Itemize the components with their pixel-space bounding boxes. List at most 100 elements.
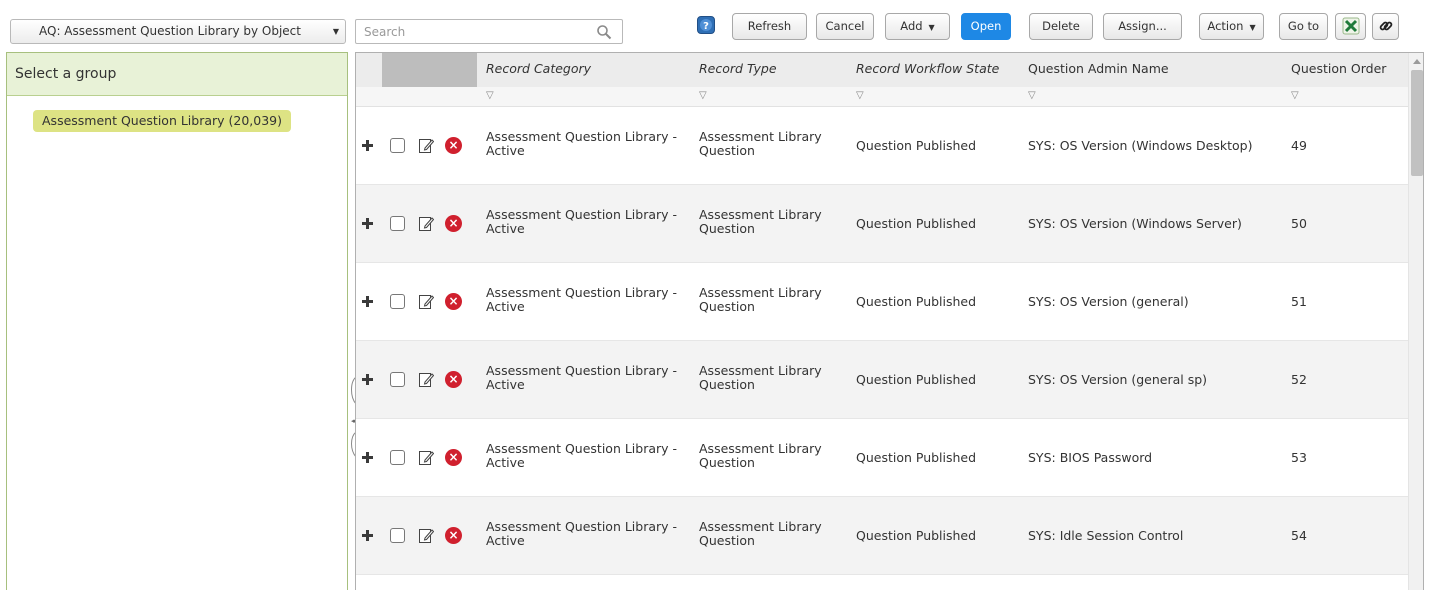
link-icon bbox=[1379, 21, 1392, 31]
delete-icon[interactable]: × bbox=[445, 293, 462, 310]
edit-icon[interactable] bbox=[418, 293, 434, 310]
table-row[interactable]: × Assessment Question Library - Active As… bbox=[356, 107, 1408, 185]
row-checkbox[interactable] bbox=[390, 294, 405, 309]
cell-record-category: Assessment Question Library - Active bbox=[486, 285, 678, 314]
filter-icon[interactable]: ▽ bbox=[699, 90, 707, 101]
cell-workflow-state: Question Published bbox=[856, 138, 977, 153]
help-icon[interactable]: ? bbox=[697, 16, 715, 34]
plus-icon[interactable] bbox=[362, 296, 373, 307]
filter-icon[interactable]: ▽ bbox=[856, 90, 864, 101]
delete-icon[interactable]: × bbox=[445, 137, 462, 154]
group-panel-header: Select a group bbox=[7, 53, 347, 96]
plus-icon[interactable] bbox=[362, 530, 373, 541]
table-row[interactable]: × Assessment Question Library - Active As… bbox=[356, 419, 1408, 497]
cell-record-type: Assessment Library Question bbox=[699, 363, 822, 392]
table-row[interactable]: × Assessment Question Library - Active As… bbox=[356, 185, 1408, 263]
grid-header: Record Category Record Type Record Workf… bbox=[356, 53, 1408, 87]
delete-icon[interactable]: × bbox=[445, 449, 462, 466]
cell-record-category: Assessment Question Library - Active bbox=[486, 129, 678, 158]
goto-button[interactable]: Go to bbox=[1279, 13, 1328, 40]
view-select-label: AQ: Assessment Question Library by Objec… bbox=[39, 24, 301, 38]
cell-question-admin-name: SYS: OS Version (general sp) bbox=[1028, 372, 1208, 387]
filter-row: ▽ ▽ ▽ ▽ ▽ bbox=[356, 87, 1408, 107]
cell-record-type: Assessment Library Question bbox=[699, 285, 822, 314]
excel-icon bbox=[1342, 17, 1359, 35]
search-icon[interactable] bbox=[596, 24, 612, 40]
chevron-down-icon: ▼ bbox=[928, 23, 935, 32]
table-row[interactable]: × Assessment Question Library - Active As… bbox=[356, 497, 1408, 575]
add-button[interactable]: Add ▼ bbox=[885, 13, 950, 40]
plus-icon[interactable] bbox=[362, 452, 373, 463]
refresh-button[interactable]: Refresh bbox=[732, 13, 807, 40]
column-header-question-admin-name[interactable]: Question Admin Name bbox=[1028, 53, 1169, 87]
column-header-record-category[interactable]: Record Category bbox=[486, 53, 591, 87]
row-checkbox[interactable] bbox=[390, 138, 405, 153]
cell-workflow-state: Question Published bbox=[856, 528, 977, 543]
open-button[interactable]: Open bbox=[961, 13, 1011, 40]
cell-question-order: 54 bbox=[1291, 528, 1307, 543]
cell-question-admin-name: SYS: OS Version (Windows Desktop) bbox=[1028, 138, 1253, 153]
action-column-header bbox=[382, 53, 477, 87]
cell-record-type: Assessment Library Question bbox=[699, 441, 822, 470]
filter-icon[interactable]: ▽ bbox=[1028, 90, 1036, 101]
cell-workflow-state: Question Published bbox=[856, 372, 977, 387]
row-checkbox[interactable] bbox=[390, 372, 405, 387]
search-input[interactable] bbox=[362, 20, 592, 43]
table-row[interactable]: × Assessment Question Library - Active As… bbox=[356, 263, 1408, 341]
chevron-down-icon: ▼ bbox=[1249, 23, 1256, 32]
cell-record-category: Assessment Question Library - Active bbox=[486, 363, 678, 392]
edit-icon[interactable] bbox=[418, 371, 434, 388]
link-button[interactable] bbox=[1372, 13, 1399, 40]
delete-icon[interactable]: × bbox=[445, 527, 462, 544]
cell-workflow-state: Question Published bbox=[856, 216, 977, 231]
delete-icon[interactable]: × bbox=[445, 215, 462, 232]
cell-question-admin-name: SYS: Idle Session Control bbox=[1028, 528, 1184, 543]
action-button-label: Action bbox=[1207, 19, 1244, 33]
scrollbar-thumb[interactable] bbox=[1411, 70, 1423, 176]
cell-question-admin-name: SYS: OS Version (Windows Server) bbox=[1028, 216, 1242, 231]
add-button-label: Add bbox=[900, 19, 923, 33]
plus-icon[interactable] bbox=[362, 374, 373, 385]
delete-button[interactable]: Delete bbox=[1029, 13, 1093, 40]
action-button[interactable]: Action ▼ bbox=[1199, 13, 1264, 40]
cancel-button[interactable]: Cancel bbox=[816, 13, 874, 40]
cell-workflow-state: Question Published bbox=[856, 450, 977, 465]
row-checkbox[interactable] bbox=[390, 450, 405, 465]
group-item[interactable]: Assessment Question Library (20,039) bbox=[33, 110, 292, 132]
vertical-scrollbar[interactable] bbox=[1408, 53, 1423, 590]
assign-button[interactable]: Assign... bbox=[1103, 13, 1182, 40]
grid-rows: × Assessment Question Library - Active As… bbox=[356, 107, 1408, 575]
edit-icon[interactable] bbox=[418, 527, 434, 544]
filter-icon[interactable]: ▽ bbox=[1291, 90, 1299, 101]
edit-icon[interactable] bbox=[418, 215, 434, 232]
plus-icon[interactable] bbox=[362, 218, 373, 229]
search-box[interactable] bbox=[355, 19, 623, 44]
cell-workflow-state: Question Published bbox=[856, 294, 977, 309]
filter-icon[interactable]: ▽ bbox=[486, 90, 494, 101]
cell-record-type: Assessment Library Question bbox=[699, 129, 822, 158]
excel-export-button[interactable] bbox=[1335, 13, 1366, 40]
edit-icon[interactable] bbox=[418, 449, 434, 466]
delete-icon[interactable]: × bbox=[445, 371, 462, 388]
cell-question-order: 50 bbox=[1291, 216, 1307, 231]
view-select[interactable]: AQ: Assessment Question Library by Objec… bbox=[10, 19, 346, 44]
cell-record-type: Assessment Library Question bbox=[699, 519, 822, 548]
edit-icon[interactable] bbox=[418, 137, 434, 154]
row-checkbox[interactable] bbox=[390, 216, 405, 231]
table-row[interactable]: × Assessment Question Library - Active As… bbox=[356, 341, 1408, 419]
row-checkbox[interactable] bbox=[390, 528, 405, 543]
chevron-down-icon: ▼ bbox=[332, 27, 339, 36]
cell-question-admin-name: SYS: OS Version (general) bbox=[1028, 294, 1189, 309]
svg-text:?: ? bbox=[703, 21, 709, 32]
cell-record-category: Assessment Question Library - Active bbox=[486, 441, 678, 470]
cell-record-category: Assessment Question Library - Active bbox=[486, 207, 678, 236]
cell-question-order: 53 bbox=[1291, 450, 1307, 465]
plus-icon[interactable] bbox=[362, 140, 373, 151]
column-header-workflow-state[interactable]: Record Workflow State bbox=[856, 53, 999, 87]
column-header-record-type[interactable]: Record Type bbox=[699, 53, 777, 87]
cell-question-order: 51 bbox=[1291, 294, 1307, 309]
cell-question-admin-name: SYS: BIOS Password bbox=[1028, 450, 1153, 465]
records-grid: Record Category Record Type Record Workf… bbox=[355, 52, 1424, 590]
scroll-up-icon[interactable] bbox=[1413, 59, 1421, 64]
column-header-question-order[interactable]: Question Order bbox=[1291, 53, 1386, 87]
